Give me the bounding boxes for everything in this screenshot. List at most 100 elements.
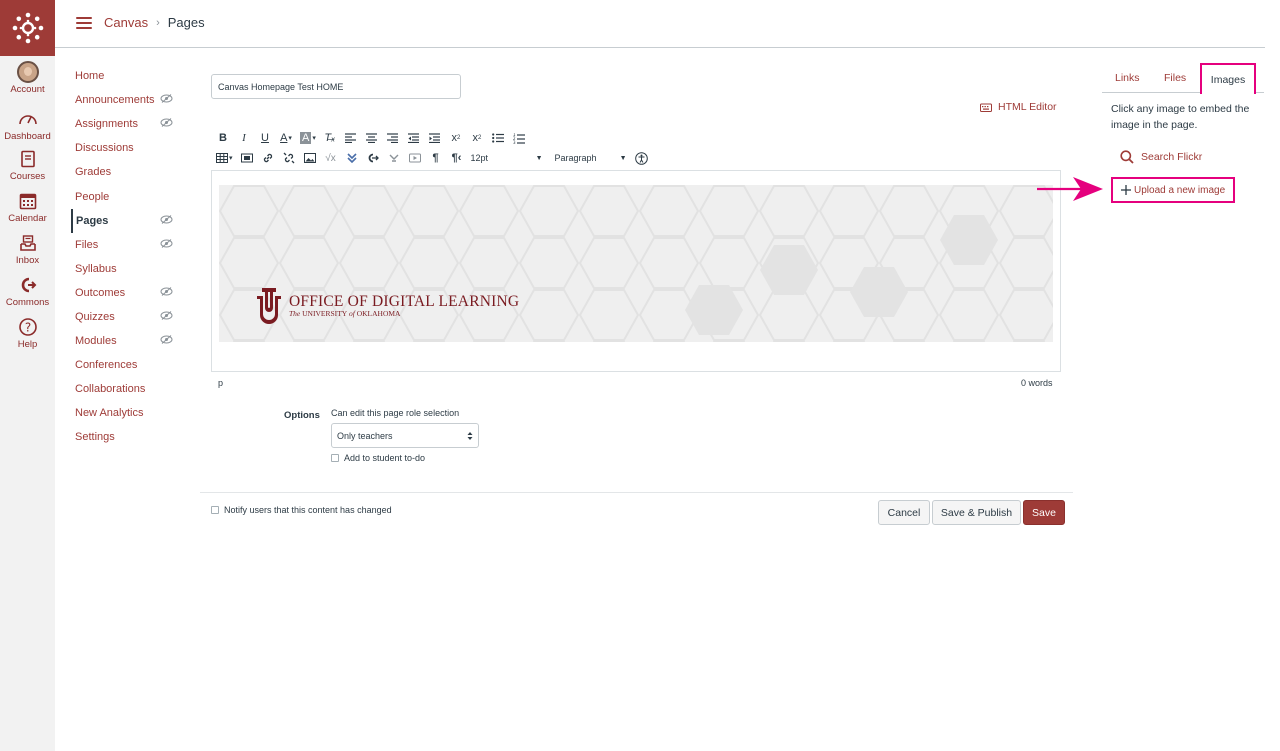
calendar-icon	[17, 190, 39, 212]
subscript-icon[interactable]: x2	[470, 131, 484, 145]
course-nav-collaborations[interactable]: Collaborations	[71, 377, 181, 401]
course-nav-files[interactable]: Files	[71, 233, 181, 257]
editor-toolbar-row-1: B I U A ▾ A ▾ T̶ₓ x2 x2 123	[216, 131, 533, 145]
course-nav-label: Outcomes	[75, 286, 126, 299]
block-format-value: Paragraph	[554, 153, 597, 163]
course-nav-label: Announcements	[75, 94, 155, 107]
student-todo-checkbox[interactable]	[331, 454, 339, 462]
course-nav-syllabus[interactable]: Syllabus	[71, 257, 181, 281]
rtl-icon[interactable]: ¶‹	[450, 151, 464, 165]
equation-icon[interactable]: √x	[324, 151, 338, 165]
save-button[interactable]: Save	[1023, 500, 1065, 525]
ltr-icon[interactable]: ¶	[429, 151, 443, 165]
banner-image: OFFICE OF DIGITAL LEARNING The UNIVERSIT…	[219, 185, 1053, 342]
course-nav-quizzes[interactable]: Quizzes	[71, 305, 181, 329]
page-title-input[interactable]: Canvas Homepage Test HOME	[211, 74, 461, 99]
course-nav-discussions[interactable]: Discussions	[71, 136, 181, 160]
underline-icon[interactable]: U	[258, 131, 272, 145]
background-color-icon[interactable]: A ▾	[300, 131, 316, 145]
global-nav-label: Help	[17, 339, 38, 350]
course-nav-conferences[interactable]: Conferences	[71, 353, 181, 377]
course-nav-grades[interactable]: Grades	[71, 160, 181, 184]
search-flickr-link[interactable]: Search Flickr	[1120, 150, 1202, 164]
tab-links[interactable]: Links	[1115, 72, 1140, 84]
tab-files[interactable]: Files	[1164, 72, 1186, 84]
indent-icon[interactable]	[428, 131, 442, 145]
cancel-button[interactable]: Cancel	[878, 500, 930, 525]
images-hint: Click any image to embed the image in th…	[1111, 103, 1250, 131]
lti-tool-icon[interactable]	[387, 151, 401, 165]
italic-icon[interactable]: I	[237, 131, 251, 145]
course-nav-outcomes[interactable]: Outcomes	[71, 281, 181, 305]
caret-down-icon: ▼	[619, 154, 627, 162]
breadcrumb-course-link[interactable]: Canvas	[104, 15, 148, 30]
top-header: Canvas › Pages	[55, 0, 1265, 48]
course-nav-people[interactable]: People	[71, 184, 181, 208]
align-center-icon[interactable]	[365, 131, 379, 145]
course-nav-label: Conferences	[75, 359, 138, 372]
global-nav-label: Inbox	[15, 255, 40, 266]
options-label: Options	[284, 410, 320, 421]
global-nav-commons[interactable]: Commons	[0, 274, 55, 308]
bold-icon[interactable]: B	[216, 131, 230, 145]
video-icon[interactable]	[408, 151, 422, 165]
block-format-select[interactable]: Paragraph ▼	[555, 151, 627, 165]
element-path: p	[218, 378, 224, 388]
upload-new-image-link[interactable]: Upload a new image	[1111, 177, 1235, 203]
course-nav-label: New Analytics	[75, 407, 144, 420]
course-nav-label: Modules	[75, 335, 117, 348]
hidden-eye-icon	[160, 118, 173, 128]
image-icon[interactable]	[303, 151, 317, 165]
media-icon[interactable]	[240, 151, 254, 165]
global-nav-inbox[interactable]: Inbox	[0, 232, 55, 266]
align-right-icon[interactable]	[386, 131, 400, 145]
text-color-icon[interactable]: A ▾	[279, 131, 293, 145]
table-icon[interactable]: ▾	[216, 151, 233, 165]
global-nav-dashboard[interactable]: Dashboard	[0, 108, 55, 142]
global-nav-courses[interactable]: Courses	[0, 148, 55, 182]
notify-users-label: Notify users that this content has chang…	[224, 505, 392, 515]
student-todo-option: Add to student to-do	[331, 453, 425, 463]
accessibility-checker-icon[interactable]	[635, 151, 649, 165]
hidden-eye-icon	[160, 335, 173, 344]
global-nav-account[interactable]: Account	[0, 61, 55, 95]
ou-logo-icon	[257, 288, 281, 324]
course-nav-label: Quizzes	[75, 310, 115, 323]
bullet-list-icon[interactable]	[491, 131, 505, 145]
hidden-eye-icon	[160, 94, 173, 103]
notify-users-option: Notify users that this content has chang…	[211, 505, 392, 515]
global-nav-help[interactable]: ? Help	[0, 316, 55, 350]
course-nav-modules[interactable]: Modules	[71, 329, 181, 353]
course-nav-announcements[interactable]: Announcements	[71, 88, 181, 112]
hamburger-menu-icon[interactable]	[76, 17, 92, 29]
course-nav-pages[interactable]: Pages	[71, 208, 181, 233]
caret-down-icon: ▼	[535, 154, 543, 162]
edit-role-select[interactable]: Only teachers	[331, 423, 479, 448]
outdent-icon[interactable]	[407, 131, 421, 145]
global-nav-calendar[interactable]: Calendar	[0, 190, 55, 224]
embed-icon[interactable]	[345, 151, 359, 165]
clear-formatting-icon[interactable]: T̶ₓ	[323, 131, 337, 145]
tab-images[interactable]: Images	[1200, 63, 1256, 94]
font-size-select[interactable]: 12pt ▼	[471, 151, 543, 165]
svg-text:?: ?	[24, 321, 30, 335]
global-nav-label: Courses	[9, 171, 46, 182]
course-nav-assignments[interactable]: Assignments	[71, 112, 181, 136]
course-nav-settings[interactable]: Settings	[71, 425, 181, 449]
upload-new-image-label: Upload a new image	[1134, 184, 1226, 196]
unlink-icon[interactable]	[282, 151, 296, 165]
commons-embed-icon[interactable]	[366, 151, 380, 165]
superscript-icon[interactable]: x2	[449, 131, 463, 145]
hidden-eye-icon	[160, 214, 173, 224]
numbered-list-icon[interactable]: 123	[512, 131, 526, 145]
notify-users-checkbox[interactable]	[211, 506, 219, 514]
link-icon[interactable]	[261, 151, 275, 165]
course-nav-new-analytics[interactable]: New Analytics	[71, 401, 181, 425]
course-nav-label: People	[75, 190, 110, 203]
html-editor-link[interactable]: HTML Editor	[980, 101, 1057, 113]
canvas-logo[interactable]	[0, 0, 55, 56]
align-left-icon[interactable]	[344, 131, 358, 145]
save-and-publish-button[interactable]: Save & Publish	[932, 500, 1021, 525]
course-nav-home[interactable]: Home	[71, 64, 181, 88]
canvas-logo-icon	[12, 12, 43, 44]
